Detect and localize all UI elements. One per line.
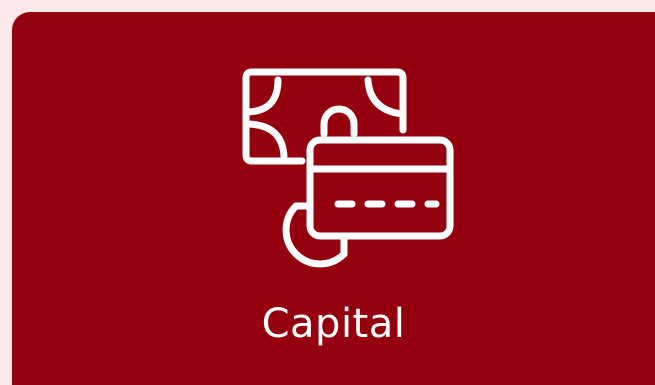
money-and-card-icon [232, 64, 462, 274]
capital-tile[interactable]: Capital [12, 12, 655, 385]
tile-label: Capital [261, 301, 406, 347]
